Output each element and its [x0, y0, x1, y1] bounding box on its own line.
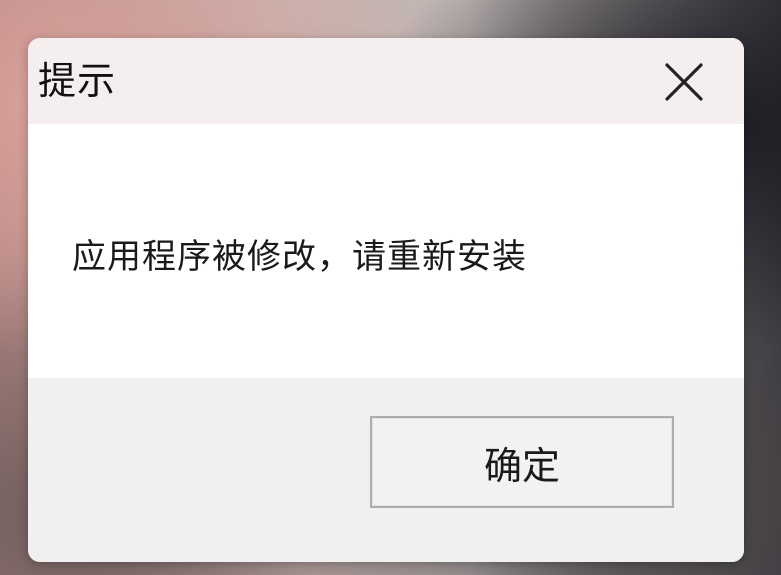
- dialog-content: 应用程序被修改，请重新安装: [28, 124, 744, 378]
- alert-dialog: 提示 应用程序被修改，请重新安装 确定: [28, 38, 744, 562]
- dialog-footer: 确定: [28, 378, 744, 562]
- close-icon: [665, 63, 703, 101]
- close-button[interactable]: [654, 56, 714, 108]
- ok-button[interactable]: 确定: [370, 416, 674, 508]
- dialog-message: 应用程序被修改，请重新安装: [72, 237, 527, 277]
- ok-button-label: 确定: [483, 443, 560, 488]
- dialog-title-bar: 提示: [28, 38, 744, 124]
- dialog-title: 提示: [38, 59, 117, 103]
